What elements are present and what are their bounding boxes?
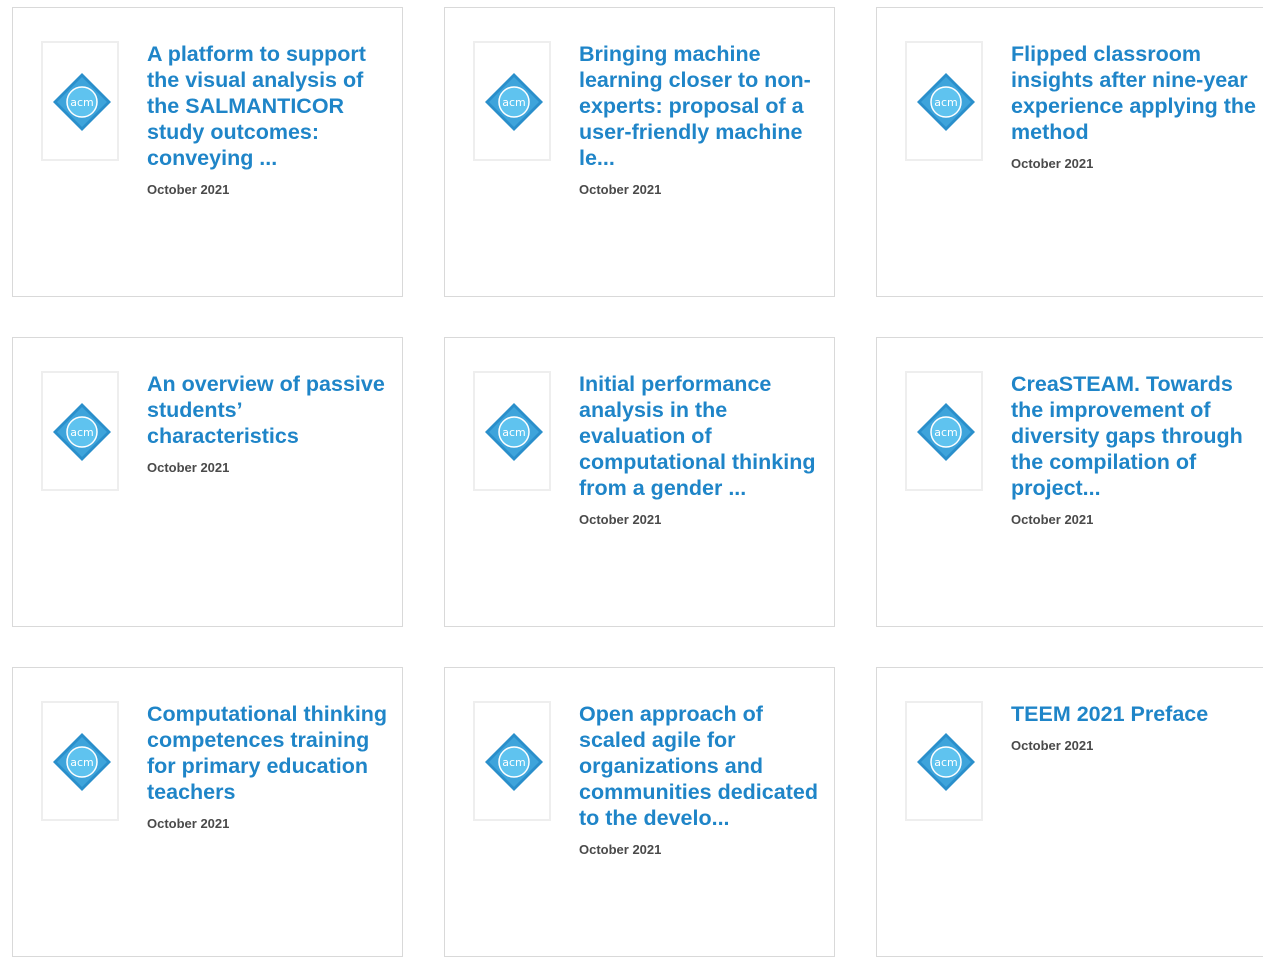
card-text: Flipped classroom insights after nine-ye… bbox=[1011, 41, 1261, 172]
publication-card[interactable]: acm Initial performance analysis in the … bbox=[444, 337, 835, 627]
card-text: TEEM 2021 Preface October 2021 bbox=[1011, 701, 1261, 754]
publication-thumbnail[interactable]: acm bbox=[41, 41, 119, 161]
acm-logo-icon: acm bbox=[485, 403, 543, 461]
svg-text:acm: acm bbox=[502, 426, 526, 439]
publication-card[interactable]: acm An overview of passive students’ cha… bbox=[12, 337, 403, 627]
card-text: An overview of passive students’ charact… bbox=[147, 371, 397, 476]
publication-title-link[interactable]: A platform to support the visual analysi… bbox=[147, 41, 397, 171]
acm-logo-icon: acm bbox=[53, 733, 111, 791]
publication-thumbnail[interactable]: acm bbox=[473, 371, 551, 491]
svg-text:acm: acm bbox=[70, 96, 94, 109]
acm-logo-icon: acm bbox=[485, 733, 543, 791]
svg-text:acm: acm bbox=[502, 756, 526, 769]
publication-card[interactable]: acm Bringing machine learning closer to … bbox=[444, 7, 835, 297]
acm-logo-icon: acm bbox=[917, 733, 975, 791]
publication-date: October 2021 bbox=[1011, 738, 1094, 753]
card-text: CreaSTEAM. Towards the improvement of di… bbox=[1011, 371, 1261, 528]
publication-title-link[interactable]: Bringing machine learning closer to non-… bbox=[579, 41, 829, 171]
publication-grid: acm A platform to support the visual ana… bbox=[12, 7, 1263, 957]
svg-text:acm: acm bbox=[934, 96, 958, 109]
card-text: A platform to support the visual analysi… bbox=[147, 41, 397, 198]
publication-card[interactable]: acm TEEM 2021 Preface October 2021 bbox=[876, 667, 1263, 957]
svg-text:acm: acm bbox=[502, 96, 526, 109]
publication-card[interactable]: acm CreaSTEAM. Towards the improvement o… bbox=[876, 337, 1263, 627]
card-text: Open approach of scaled agile for organi… bbox=[579, 701, 829, 858]
publication-card[interactable]: acm A platform to support the visual ana… bbox=[12, 7, 403, 297]
card-text: Bringing machine learning closer to non-… bbox=[579, 41, 829, 198]
publication-thumbnail[interactable]: acm bbox=[473, 41, 551, 161]
acm-logo-icon: acm bbox=[53, 403, 111, 461]
svg-text:acm: acm bbox=[70, 756, 94, 769]
publication-date: October 2021 bbox=[579, 512, 662, 527]
publication-title-link[interactable]: CreaSTEAM. Towards the improvement of di… bbox=[1011, 371, 1261, 501]
publication-thumbnail[interactable]: acm bbox=[473, 701, 551, 821]
publication-date: October 2021 bbox=[579, 182, 662, 197]
acm-logo-icon: acm bbox=[917, 403, 975, 461]
acm-logo-icon: acm bbox=[53, 73, 111, 131]
publication-title-link[interactable]: Computational thinking competences train… bbox=[147, 701, 397, 805]
publication-title-link[interactable]: An overview of passive students’ charact… bbox=[147, 371, 397, 449]
publication-date: October 2021 bbox=[1011, 512, 1094, 527]
publication-card[interactable]: acm Open approach of scaled agile for or… bbox=[444, 667, 835, 957]
publication-title-link[interactable]: Initial performance analysis in the eval… bbox=[579, 371, 829, 501]
publication-card[interactable]: acm Computational thinking competences t… bbox=[12, 667, 403, 957]
publication-thumbnail[interactable]: acm bbox=[905, 371, 983, 491]
publication-thumbnail[interactable]: acm bbox=[41, 371, 119, 491]
card-text: Computational thinking competences train… bbox=[147, 701, 397, 832]
publication-title-link[interactable]: TEEM 2021 Preface bbox=[1011, 701, 1261, 727]
card-text: Initial performance analysis in the eval… bbox=[579, 371, 829, 528]
publication-date: October 2021 bbox=[1011, 156, 1094, 171]
publication-thumbnail[interactable]: acm bbox=[905, 701, 983, 821]
publication-title-link[interactable]: Flipped classroom insights after nine-ye… bbox=[1011, 41, 1261, 145]
acm-logo-icon: acm bbox=[485, 73, 543, 131]
publication-date: October 2021 bbox=[147, 460, 230, 475]
publication-date: October 2021 bbox=[579, 842, 662, 857]
svg-text:acm: acm bbox=[934, 756, 958, 769]
publication-date: October 2021 bbox=[147, 182, 230, 197]
svg-text:acm: acm bbox=[70, 426, 94, 439]
publication-date: October 2021 bbox=[147, 816, 230, 831]
svg-text:acm: acm bbox=[934, 426, 958, 439]
publication-thumbnail[interactable]: acm bbox=[905, 41, 983, 161]
acm-logo-icon: acm bbox=[917, 73, 975, 131]
publication-card[interactable]: acm Flipped classroom insights after nin… bbox=[876, 7, 1263, 297]
publication-thumbnail[interactable]: acm bbox=[41, 701, 119, 821]
publication-title-link[interactable]: Open approach of scaled agile for organi… bbox=[579, 701, 829, 831]
